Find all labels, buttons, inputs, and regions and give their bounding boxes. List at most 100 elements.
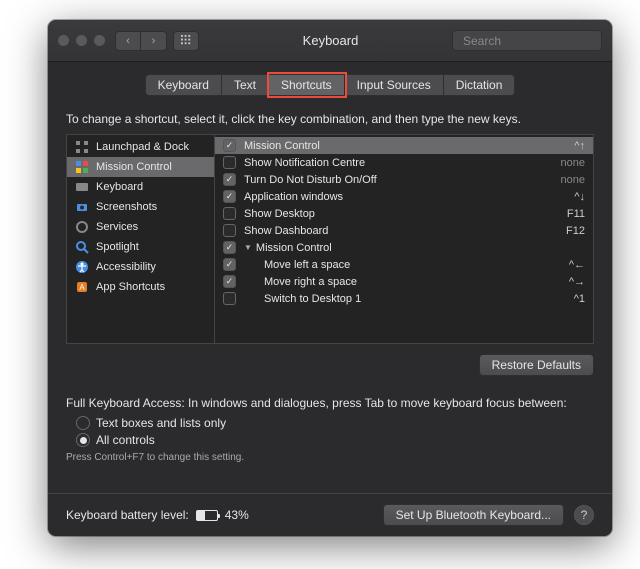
shortcut-key[interactable]: F11	[567, 208, 585, 220]
shortcut-row[interactable]: ✓ Move left a space ^←	[215, 256, 593, 273]
nav-buttons: ‹ ›	[115, 31, 167, 51]
checkbox[interactable]: ✓	[223, 258, 236, 271]
disclosure-triangle-icon[interactable]: ▼	[244, 243, 252, 252]
shortcut-row[interactable]: Show Notification Centre none	[215, 154, 593, 171]
radio-icon	[76, 416, 90, 430]
checkbox[interactable]: ✓	[223, 139, 236, 152]
shortcut-row[interactable]: ✓ Move right a space ^→	[215, 273, 593, 290]
shortcut-key[interactable]: ^↓	[574, 191, 585, 203]
tab-keyboard[interactable]: Keyboard	[145, 74, 222, 96]
shortcut-list[interactable]: ✓ Mission Control ^↑ Show Notification Cent…	[215, 135, 593, 343]
shortcut-row[interactable]: ✓ Mission Control ^↑	[215, 137, 593, 154]
shortcut-row[interactable]: ✓ Application windows ^↓	[215, 188, 593, 205]
checkbox[interactable]: ✓	[223, 241, 236, 254]
sidebar-item-label: Screenshots	[96, 201, 157, 213]
sidebar-item-label: Launchpad & Dock	[96, 141, 189, 153]
radio-icon	[76, 433, 90, 447]
setup-bluetooth-button[interactable]: Set Up Bluetooth Keyboard...	[383, 504, 564, 526]
minimize-icon[interactable]	[76, 35, 87, 46]
search-input[interactable]	[463, 34, 612, 48]
sidebar-item-accessibility[interactable]: Accessibility	[67, 257, 214, 277]
checkbox[interactable]: ✓	[223, 190, 236, 203]
sidebar-item-keyboard[interactable]: Keyboard	[67, 177, 214, 197]
content: KeyboardTextShortcutsInput SourcesDictat…	[48, 62, 612, 475]
shortcut-key[interactable]: none	[561, 157, 585, 169]
footer: Keyboard battery level: 43% Set Up Bluet…	[48, 493, 612, 536]
shortcut-name: Switch to Desktop 1	[244, 293, 566, 305]
checkbox[interactable]	[223, 224, 236, 237]
show-all-button[interactable]	[173, 31, 199, 51]
fka-option-label: Text boxes and lists only	[96, 416, 226, 430]
tab-input-sources[interactable]: Input Sources	[345, 74, 444, 96]
titlebar: ‹ › Keyboard	[48, 20, 612, 62]
battery-icon	[196, 510, 218, 521]
shortcut-row[interactable]: ✓ ▼Mission Control	[215, 239, 593, 256]
tab-shortcuts[interactable]: Shortcuts	[269, 74, 345, 96]
category-sidebar[interactable]: Launchpad & Dock Mission Control Keyboard S…	[67, 135, 215, 343]
back-button[interactable]: ‹	[115, 31, 141, 51]
sidebar-item-label: Spotlight	[96, 241, 139, 253]
search-field[interactable]	[452, 30, 602, 51]
battery-label: Keyboard battery level:	[66, 508, 189, 522]
fka-hint: Press Control+F7 to change this setting.	[66, 452, 594, 463]
checkbox[interactable]: ✓	[223, 275, 236, 288]
tab-text[interactable]: Text	[222, 74, 269, 96]
help-button[interactable]: ?	[574, 505, 594, 525]
shortcut-row[interactable]: Show DesktopF11	[215, 205, 593, 222]
sidebar-item-services[interactable]: Services	[67, 217, 214, 237]
battery-status: Keyboard battery level: 43%	[66, 508, 249, 522]
sidebar-item-mission-control[interactable]: Mission Control	[67, 157, 214, 177]
checkbox[interactable]	[223, 292, 236, 305]
sidebar-item-label: Keyboard	[96, 181, 143, 193]
restore-row: Restore Defaults	[66, 354, 594, 376]
sidebar-item-label: Accessibility	[96, 261, 156, 273]
svg-text:A: A	[79, 283, 85, 292]
footer-right: Set Up Bluetooth Keyboard... ?	[383, 504, 594, 526]
fka-option-textboxes[interactable]: Text boxes and lists only	[76, 416, 594, 430]
sidebar-item-screenshots[interactable]: Screenshots	[67, 197, 214, 217]
restore-defaults-button[interactable]: Restore Defaults	[479, 354, 594, 376]
shortcut-row[interactable]: Switch to Desktop 1 ^1	[215, 290, 593, 307]
sidebar-item-label: App Shortcuts	[96, 281, 165, 293]
spotlight-icon	[75, 240, 89, 254]
shortcut-name: Show Notification Centre	[244, 157, 553, 169]
shortcut-name: Mission Control	[244, 140, 566, 152]
tab-dictation[interactable]: Dictation	[444, 74, 516, 96]
checkbox[interactable]	[223, 207, 236, 220]
zoom-icon[interactable]	[94, 35, 105, 46]
sidebar-item-label: Mission Control	[96, 161, 172, 173]
services-icon	[75, 220, 89, 234]
checkbox[interactable]: ✓	[223, 173, 236, 186]
tabs: KeyboardTextShortcutsInput SourcesDictat…	[66, 74, 594, 96]
shortcut-key[interactable]: ^1	[574, 293, 585, 305]
checkbox[interactable]	[223, 156, 236, 169]
window-controls	[58, 35, 105, 46]
shortcut-row[interactable]: Show Dashboard F12	[215, 222, 593, 239]
shortcut-name: Move left a space	[244, 259, 561, 271]
fka-title: Full Keyboard Access: In windows and dia…	[66, 396, 594, 410]
keyboard-icon	[75, 180, 89, 194]
close-icon[interactable]	[58, 35, 69, 46]
panes: Launchpad & Dock Mission Control Keyboard S…	[66, 134, 594, 344]
forward-button[interactable]: ›	[141, 31, 167, 51]
shortcut-name: ▼Mission Control	[244, 242, 577, 254]
shortcut-key[interactable]: none	[561, 174, 585, 186]
shortcut-key[interactable]: ^↑	[574, 140, 585, 152]
shortcut-key[interactable]: ^→	[569, 276, 585, 288]
sidebar-item-spotlight[interactable]: Spotlight	[67, 237, 214, 257]
shortcut-name: Application windows	[244, 191, 566, 203]
screenshots-icon	[75, 200, 89, 214]
shortcut-key[interactable]: ^←	[569, 259, 585, 271]
fka-option-label: All controls	[96, 433, 155, 447]
shortcut-name: Move right a space	[244, 276, 561, 288]
launchpad-icon	[75, 140, 89, 154]
instruction-text: To change a shortcut, select it, click t…	[66, 112, 594, 126]
window-title: Keyboard	[209, 33, 452, 48]
shortcut-key[interactable]: F12	[566, 225, 585, 237]
sidebar-item-launchpad[interactable]: Launchpad & Dock	[67, 137, 214, 157]
mission-control-icon	[75, 160, 89, 174]
fka-option-allcontrols[interactable]: All controls	[76, 433, 594, 447]
shortcut-row[interactable]: ✓Turn Do Not Disturb On/Offnone	[215, 171, 593, 188]
shortcut-name: Show Dashboard	[244, 225, 558, 237]
sidebar-item-app-shortcuts[interactable]: A App Shortcuts	[67, 277, 214, 297]
